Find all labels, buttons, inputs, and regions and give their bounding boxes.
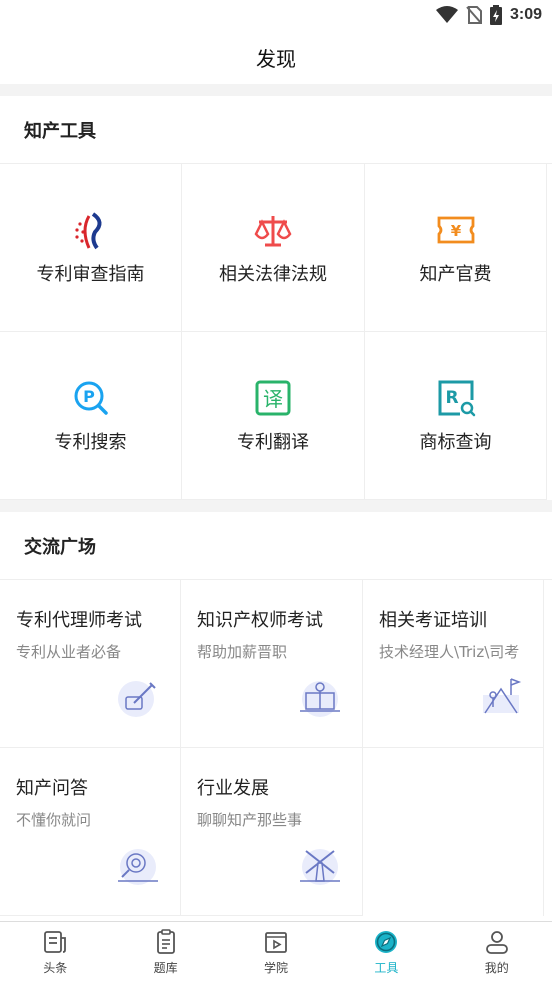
- tab-question-bank[interactable]: 题库: [110, 922, 220, 983]
- tab-profile[interactable]: 我的: [442, 922, 552, 983]
- video-play-icon: [265, 932, 287, 953]
- compass-icon: [375, 931, 398, 953]
- translate-icon: 译: [253, 378, 293, 418]
- question-bank-icon: [156, 929, 175, 954]
- tool-label: 专利翻译: [237, 431, 309, 453]
- windmill-illustration: [300, 849, 340, 885]
- climber-illustration: [483, 678, 522, 714]
- tab-news[interactable]: 头条: [0, 922, 110, 983]
- no-sim-icon: [466, 6, 482, 24]
- tools-section-title: 知产工具: [0, 96, 552, 164]
- tab-label: 我的: [484, 961, 509, 975]
- tools-grid: 专利审查指南 相关法律法规 ¥ 知产官费 P 专利搜索 译 专利翻译 R 商标查…: [0, 164, 552, 500]
- bottom-tab-bar: 头条 题库 学院 工具 我的: [0, 921, 552, 983]
- community-item-title: 行业发展: [197, 778, 269, 799]
- community-grid: 专利代理师考试 专利从业者必备 知识产权师考试 帮助加薪晋职 相关考证培训 技术…: [0, 580, 552, 916]
- tool-official-fees[interactable]: ¥ 知产官费: [365, 164, 547, 332]
- community-item-subtitle: 专利从业者必备: [16, 643, 122, 661]
- battery-charging-icon: [489, 5, 502, 25]
- community-item-subtitle: 聊聊知产那些事: [197, 811, 303, 829]
- community-ip-qa[interactable]: 知产问答 不懂你就问: [0, 748, 181, 916]
- tab-academy[interactable]: 学院: [221, 922, 331, 983]
- section-divider: [0, 84, 552, 96]
- tab-tools[interactable]: 工具: [331, 922, 441, 983]
- community-item-title: 相关考证培训: [379, 610, 487, 631]
- community-item-title: 知识产权师考试: [197, 610, 323, 631]
- community-item-subtitle: 不懂你就问: [16, 811, 92, 829]
- community-patent-agent-exam[interactable]: 专利代理师考试 专利从业者必备: [0, 580, 181, 748]
- tab-label: 头条: [43, 961, 68, 975]
- tool-label: 知产官费: [419, 263, 492, 285]
- svg-text:P: P: [83, 387, 95, 406]
- status-bar: 3:09: [0, 0, 552, 30]
- community-ip-exam[interactable]: 知识产权师考试 帮助加薪晋职: [181, 580, 363, 748]
- trademark-search-icon: R: [436, 378, 476, 418]
- patent-office-logo-icon: [71, 210, 111, 250]
- tab-label: 工具: [374, 961, 399, 975]
- graduate-illustration: [300, 681, 340, 717]
- tab-label: 题库: [153, 961, 178, 975]
- scale-icon: [253, 210, 293, 250]
- community-empty-cell: [363, 748, 544, 916]
- user-icon: [485, 931, 508, 954]
- qa-magnifier-illustration: [118, 849, 158, 885]
- tool-patent-guide[interactable]: 专利审查指南: [0, 164, 182, 332]
- community-item-title: 专利代理师考试: [16, 610, 142, 631]
- svg-text:译: 译: [263, 387, 283, 411]
- community-section-title: 交流广场: [0, 512, 552, 580]
- app-header: 发现: [0, 30, 552, 84]
- wifi-icon: [435, 6, 458, 23]
- tool-label: 商标查询: [419, 431, 492, 453]
- svg-text:R: R: [445, 388, 458, 408]
- tool-label: 相关法律法规: [219, 263, 327, 285]
- tool-label: 专利搜索: [54, 431, 127, 453]
- community-cert-training[interactable]: 相关考证培训 技术经理人\Triz\司考: [363, 580, 544, 748]
- status-time: 3:09: [509, 6, 542, 23]
- writing-illustration: [118, 681, 156, 717]
- tool-laws-regulations[interactable]: 相关法律法规: [182, 164, 365, 332]
- page-title: 发现: [256, 46, 296, 71]
- tab-label: 学院: [263, 961, 288, 975]
- news-icon: [44, 931, 67, 953]
- section-divider: [0, 500, 552, 512]
- svg-text:¥: ¥: [450, 222, 461, 240]
- tool-trademark-search[interactable]: R 商标查询: [365, 332, 547, 500]
- yen-ticket-icon: ¥: [436, 210, 476, 250]
- community-industry-development[interactable]: 行业发展 聊聊知产那些事: [181, 748, 363, 916]
- tool-patent-translate[interactable]: 译 专利翻译: [182, 332, 365, 500]
- community-item-title: 知产问答: [16, 778, 88, 799]
- community-item-subtitle: 帮助加薪晋职: [197, 643, 288, 661]
- tool-label: 专利审查指南: [36, 263, 145, 285]
- community-item-subtitle: 技术经理人\Triz\司考: [379, 643, 520, 661]
- patent-search-icon: P: [71, 378, 111, 418]
- tool-patent-search[interactable]: P 专利搜索: [0, 332, 182, 500]
